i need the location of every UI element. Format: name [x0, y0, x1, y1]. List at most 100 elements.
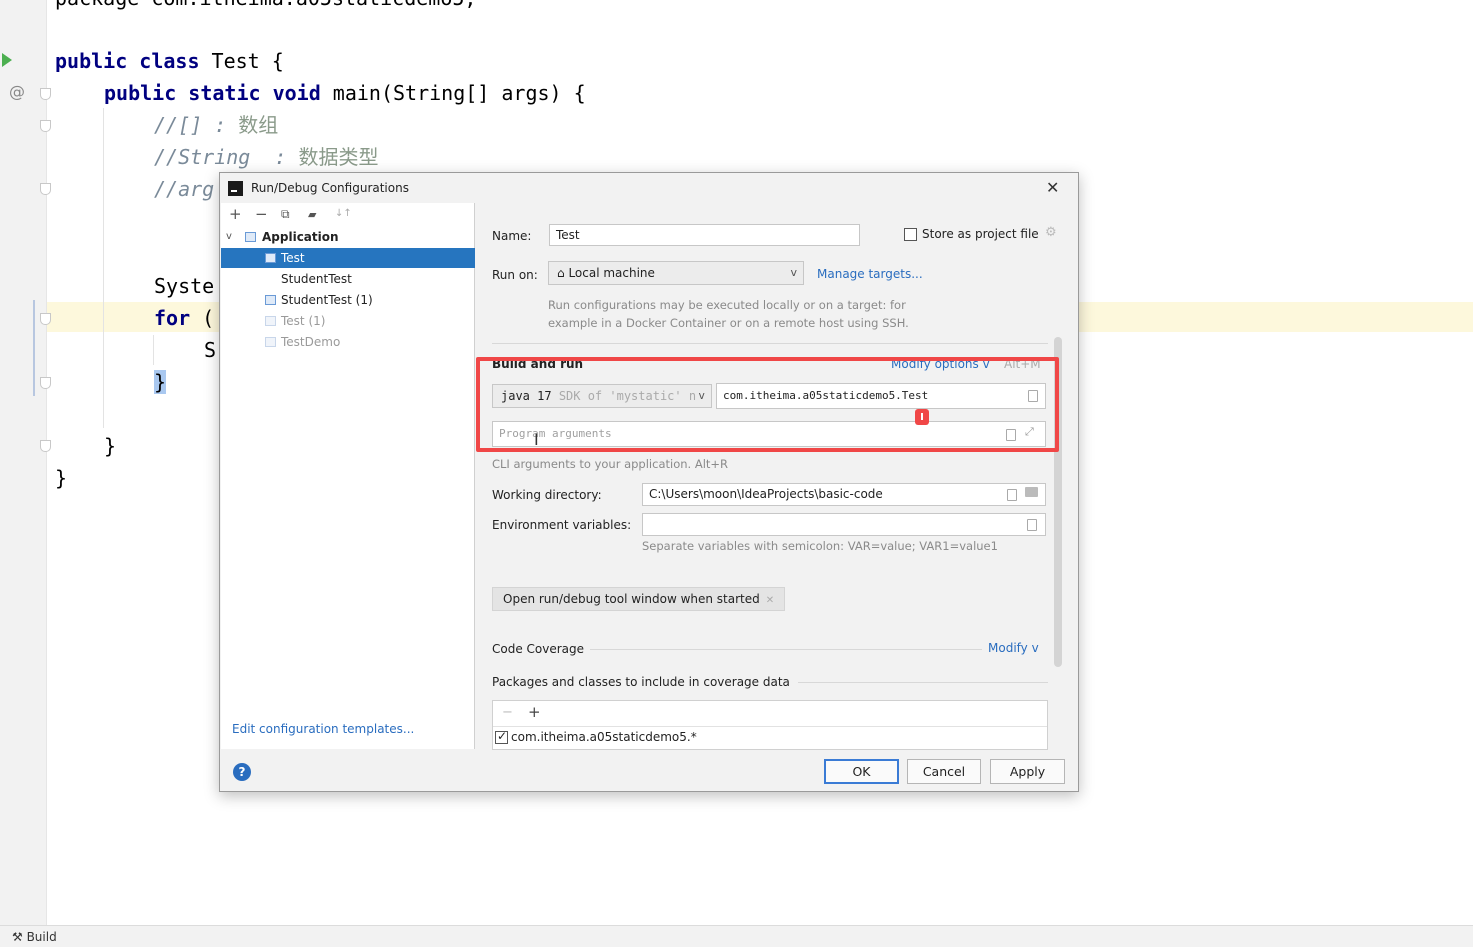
tree-item-label: StudentTest — [281, 272, 352, 286]
jdk-sdk-label: SDK of 'mystatic' n — [558, 389, 697, 403]
code-text: Test { — [199, 49, 284, 73]
fold-icon[interactable] — [40, 440, 51, 452]
fold-range-line — [33, 300, 35, 396]
fold-icon[interactable] — [40, 313, 51, 325]
code-line-system: Syste — [154, 274, 215, 298]
remove-icon[interactable]: − — [255, 205, 268, 223]
coverage-item-checkbox[interactable] — [495, 729, 508, 744]
modify-coverage-link[interactable]: Modify v — [988, 641, 1039, 655]
dialog-titlebar[interactable]: Run/Debug Configurations ✕ — [220, 173, 1078, 203]
editor-gutter: @ — [0, 0, 51, 925]
tree-group-application[interactable]: v Application — [221, 227, 475, 247]
working-directory-input[interactable]: C:\Users\moon\IdeaProjects\basic-code — [642, 483, 1046, 506]
build-tab[interactable]: ⚒ Build — [12, 930, 57, 944]
chip-label: Open run/debug tool window when started — [503, 592, 760, 606]
run-on-label: Run on: — [492, 268, 538, 282]
tree-item-test[interactable]: Test — [221, 248, 475, 268]
sort-icon[interactable]: ↓↑ — [335, 208, 352, 219]
run-on-value: Local machine — [568, 266, 655, 280]
close-icon[interactable]: ✕ — [1046, 178, 1059, 197]
chevron-down-icon: v — [790, 266, 797, 279]
environment-variables-hint: Separate variables with semicolon: VAR=v… — [642, 539, 998, 553]
tree-item-studenttest[interactable]: StudentTest — [221, 269, 475, 289]
settings-icon[interactable]: ⚙ — [1045, 225, 1057, 240]
status-bar: ⚒ Build — [0, 925, 1473, 947]
folder-icon[interactable]: ▰ — [308, 208, 316, 221]
matched-brace: } — [154, 370, 167, 394]
add-icon[interactable]: + — [229, 205, 242, 223]
code-line-inner: S — [204, 338, 217, 362]
dialog-title: Run/Debug Configurations — [251, 181, 409, 195]
hammer-icon: ⚒ — [12, 930, 27, 944]
configurations-toolbar: + − ⧉ ▰ ↓↑ — [221, 203, 475, 225]
home-icon: ⌂ — [557, 266, 569, 280]
run-on-select[interactable]: ⌂ Local machine v — [548, 261, 804, 285]
chevron-down-icon: v — [698, 389, 705, 402]
fold-icon[interactable] — [40, 183, 51, 195]
program-arguments-input[interactable]: Program arguments — [492, 421, 1046, 447]
remove-icon[interactable]: − — [502, 705, 513, 720]
divider — [798, 682, 1048, 683]
add-icon[interactable]: + — [528, 703, 541, 721]
tree-item-studenttest-1[interactable]: StudentTest (1) — [221, 290, 475, 310]
comment-text: //[] : — [154, 113, 239, 137]
config-icon — [265, 316, 276, 326]
expand-icon[interactable]: ⤢ — [1025, 425, 1034, 439]
coverage-table-toolbar: − + — [493, 701, 1047, 727]
environment-variables-label: Environment variables: — [492, 518, 632, 532]
code-comment: //String : 数据类型 — [154, 147, 379, 167]
environment-variables-input[interactable] — [642, 513, 1046, 536]
cli-hint: CLI arguments to your application. Alt+R — [492, 457, 729, 471]
fold-icon[interactable] — [40, 377, 51, 389]
comment-text: 数组 — [238, 113, 279, 137]
file-icon[interactable] — [1006, 429, 1016, 441]
indent-guide — [103, 108, 104, 428]
close-icon[interactable]: ✕ — [766, 595, 774, 606]
modify-options-label: Modify options — [891, 357, 979, 371]
build-and-run-title: Build and run — [492, 357, 584, 371]
build-label: Build — [26, 930, 57, 944]
apply-button[interactable]: Apply — [990, 759, 1065, 784]
comment-text: //String : — [154, 145, 299, 169]
coverage-packages-table: − + com.itheima.a05staticdemo5.* — [492, 700, 1048, 750]
chevron-down-icon: v — [982, 357, 990, 371]
name-input[interactable]: Test — [549, 224, 860, 246]
ok-button[interactable]: OK — [824, 759, 899, 784]
code-line-class: public class Test { — [55, 51, 284, 71]
coverage-item-label: com.itheima.a05staticdemo5.* — [511, 730, 697, 744]
file-icon[interactable] — [1027, 519, 1037, 531]
code-brace: } — [104, 434, 117, 458]
jdk-java-version: java 17 — [501, 389, 552, 403]
configurations-panel: + − ⧉ ▰ ↓↑ v Application Test StudentTes… — [221, 203, 475, 749]
folder-icon[interactable] — [1025, 487, 1038, 497]
fold-icon[interactable] — [40, 88, 51, 100]
file-icon[interactable] — [1007, 489, 1017, 501]
config-icon — [265, 337, 276, 347]
manage-targets-link[interactable]: Manage targets... — [817, 267, 923, 281]
store-project-checkbox[interactable] — [904, 228, 917, 241]
override-icon: @ — [9, 82, 25, 101]
tree-item-label: Test (1) — [281, 314, 326, 328]
run-arrow-icon[interactable] — [2, 53, 12, 67]
help-icon[interactable]: ? — [233, 763, 251, 781]
form-scrollbar[interactable] — [1054, 337, 1062, 667]
chevron-down-icon[interactable]: v — [226, 227, 232, 247]
open-tool-window-chip[interactable]: Open run/debug tool window when started ✕ — [492, 587, 786, 611]
indent-guide — [153, 335, 154, 365]
code-line-main: public static void main(String[] args) { — [104, 83, 586, 103]
run-debug-dialog: Run/Debug Configurations ✕ + − ⧉ ▰ ↓↑ v … — [219, 172, 1079, 792]
code-line-package: package com.itheima.a05staticdemo5; — [55, 0, 476, 8]
main-class-input[interactable]: com.itheima.a05staticdemo5.Test — [716, 383, 1046, 409]
run-on-hint: Run configurations may be executed local… — [548, 298, 906, 312]
edit-templates-link[interactable]: Edit configuration templates... — [232, 722, 414, 736]
file-icon[interactable] — [1028, 390, 1038, 402]
copy-icon[interactable]: ⧉ — [281, 207, 290, 222]
tree-item-testdemo[interactable]: TestDemo — [221, 332, 475, 352]
tree-item-test-1[interactable]: Test (1) — [221, 311, 475, 331]
modify-options-link[interactable]: Modify options v — [891, 357, 990, 371]
fold-icon[interactable] — [40, 120, 51, 132]
jdk-select[interactable]: java 17 SDK of 'mystatic' n v — [492, 384, 712, 408]
cancel-button[interactable]: Cancel — [907, 759, 981, 784]
divider — [590, 649, 982, 650]
run-on-hint: example in a Docker Container or on a re… — [548, 316, 909, 330]
